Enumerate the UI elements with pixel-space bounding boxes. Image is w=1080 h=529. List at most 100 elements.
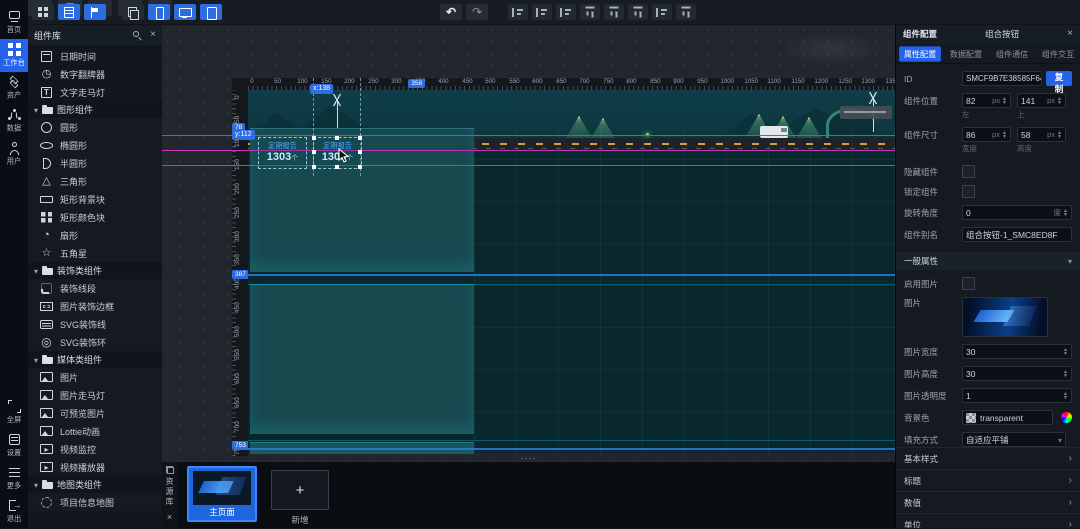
stepper-arrows[interactable] (1057, 131, 1062, 139)
tab-component-interaction[interactable]: 组件交互 (1037, 46, 1079, 61)
tab-attribute-config[interactable]: 属性配置 (899, 46, 941, 61)
lib-group-header[interactable]: 图形组件 (28, 101, 162, 118)
lib-item-ellipse[interactable]: 椭圆形 (28, 136, 162, 154)
add-page-wrap[interactable]: + 新增 (271, 470, 329, 526)
undo-button[interactable] (440, 4, 462, 20)
lib-item-circle[interactable]: 圆形 (28, 118, 162, 136)
rail-item-users[interactable]: 用户 (0, 138, 28, 171)
lock-checkbox[interactable] (962, 185, 975, 198)
hide-checkbox[interactable] (962, 165, 975, 178)
stepper-arrows[interactable] (1057, 97, 1062, 105)
alias-field[interactable]: 组合按钮-1_SMC8ED8F (962, 227, 1072, 242)
lib-item-halfcircle[interactable]: 半圆形 (28, 154, 162, 172)
stepper-arrows[interactable] (1002, 131, 1007, 139)
tab-data-config[interactable]: 数据配置 (945, 46, 987, 61)
lib-item-triangle[interactable]: 三角形 (28, 172, 162, 190)
lib-item-decorframe[interactable]: 图片装饰边框 (28, 297, 162, 315)
guide-line-blue[interactable] (248, 448, 895, 450)
bg-color-field[interactable]: transparent (962, 410, 1053, 425)
align-right-button[interactable] (556, 4, 576, 20)
lib-item-flipper[interactable]: 数字翻牌器 (28, 65, 162, 83)
align-center-h-button[interactable] (532, 4, 552, 20)
lib-item-image[interactable]: 可预览图片 (28, 404, 162, 422)
rail-item-more[interactable]: 更多 (0, 462, 28, 495)
lib-item-rectbg[interactable]: 矩形背景块 (28, 190, 162, 208)
align-bottom-button[interactable] (628, 4, 648, 20)
lib-item-svgline[interactable]: SVG装饰线 (28, 315, 162, 333)
redo-button[interactable] (466, 4, 488, 20)
vruler-guide-badge[interactable]: 387 (232, 270, 248, 279)
lib-item-svgring[interactable]: SVG装饰环 (28, 333, 162, 351)
stepper-arrows[interactable] (1002, 97, 1007, 105)
copy-id-button[interactable]: 复制 (1046, 71, 1072, 86)
align-top-button[interactable] (580, 4, 600, 20)
id-field[interactable]: SMCF9B7E38585F648... (962, 71, 1042, 86)
vruler-guide-badge[interactable]: 753 (232, 441, 248, 450)
position-x-stepper[interactable]: 82 px (962, 93, 1011, 108)
lib-group-header[interactable]: 媒体类组件 (28, 351, 162, 368)
copy-button[interactable] (122, 4, 144, 20)
rail-item-home[interactable]: 首页 (0, 6, 28, 39)
lib-item-image[interactable]: 图片 (28, 368, 162, 386)
stepper-arrows[interactable] (1063, 392, 1068, 400)
page-panel-block[interactable] (250, 284, 474, 434)
lib-item-map[interactable]: 项目信息地图 (28, 493, 162, 511)
lib-item-star[interactable]: 五角星 (28, 244, 162, 262)
size-width-stepper[interactable]: 86 px (962, 127, 1011, 142)
stat-widget[interactable]: 定期报告 1303个 (258, 137, 307, 169)
rotate-stepper[interactable]: 0 度 (962, 205, 1072, 220)
lib-item-decorline[interactable]: 装饰线段 (28, 279, 162, 297)
fill-mode-select[interactable]: 自适应平铺 (962, 432, 1066, 447)
stepper-arrows[interactable] (1063, 348, 1068, 356)
lib-item-image[interactable]: Lottie动画 (28, 422, 162, 440)
section-value[interactable]: 数值 (896, 491, 1080, 513)
stepper-arrows[interactable] (1063, 209, 1068, 217)
guide-line-blue[interactable] (248, 274, 895, 276)
lib-item-sector[interactable]: 扇形 (28, 226, 162, 244)
resource-close-icon[interactable]: × (167, 512, 172, 522)
selection-handles[interactable] (312, 136, 316, 140)
rail-item-settings[interactable]: 设置 (0, 429, 28, 462)
lib-group-header[interactable]: 地图类组件 (28, 476, 162, 493)
apps-button[interactable] (32, 4, 54, 20)
lib-item-video[interactable]: 视频监控 (28, 440, 162, 458)
flag-button[interactable] (84, 4, 106, 20)
page-card-main[interactable]: 主页面 (187, 466, 257, 522)
resource-library-tab[interactable]: 资源库 × (162, 462, 177, 528)
search-icon[interactable] (132, 30, 143, 41)
add-page-button[interactable]: + (271, 470, 329, 510)
stepper-arrows[interactable] (1063, 370, 1068, 378)
color-wheel-icon[interactable] (1061, 412, 1072, 423)
rail-item-exit[interactable]: 退出 (0, 495, 28, 528)
section-unit[interactable]: 单位 (896, 513, 1080, 528)
distribute-h-button[interactable] (652, 4, 672, 20)
library-close-icon[interactable]: × (150, 30, 156, 40)
position-y-stepper[interactable]: 141 px (1017, 93, 1066, 108)
phone-button[interactable] (148, 4, 170, 20)
image-preview[interactable] (962, 297, 1048, 337)
rail-item-fullscreen[interactable]: 全屏 (0, 396, 28, 429)
general-properties-section[interactable]: 一般属性 (896, 252, 1080, 270)
canvas-resize-handle[interactable]: ···· (521, 455, 537, 462)
section-title[interactable]: 标题 (896, 469, 1080, 491)
canvas-area[interactable]: 0501001502002503003504004505005506006507… (162, 24, 895, 462)
table-button[interactable] (58, 4, 80, 20)
align-left-button[interactable] (508, 4, 528, 20)
distribute-v-button[interactable] (676, 4, 696, 20)
lib-item-calendar[interactable]: 日期时间 (28, 47, 162, 65)
lib-item-marquee[interactable]: 文字走马灯 (28, 83, 162, 101)
size-height-stepper[interactable]: 58 px (1017, 127, 1066, 142)
lib-item-image[interactable]: 图片走马灯 (28, 386, 162, 404)
image-width-stepper[interactable]: 30 (962, 344, 1072, 359)
section-basic-style[interactable]: 基本样式 (896, 447, 1080, 469)
rail-item-workbench[interactable]: 工作台 (0, 39, 28, 72)
lib-item-rectcolor[interactable]: 矩形颜色块 (28, 208, 162, 226)
tab-component-comm[interactable]: 组件通信 (991, 46, 1033, 61)
inspector-close-icon[interactable]: × (1067, 29, 1073, 39)
guide-line-magenta[interactable] (162, 135, 895, 136)
hruler-guide-badge[interactable]: 358 (408, 79, 425, 88)
rail-item-data[interactable]: 数据 (0, 105, 28, 138)
enable-image-checkbox[interactable] (962, 277, 975, 290)
lib-group-header[interactable]: 装饰类组件 (28, 262, 162, 279)
image-opacity-stepper[interactable]: 1 (962, 388, 1072, 403)
